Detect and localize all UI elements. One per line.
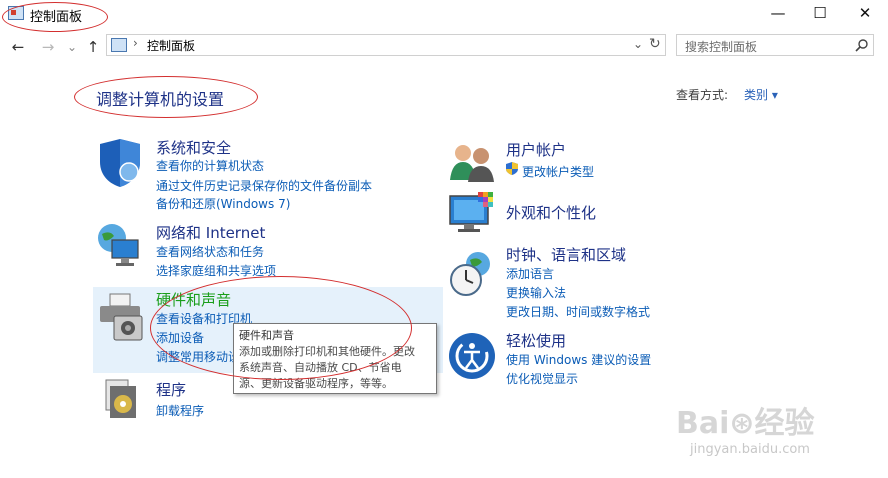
title-bar: 控制面板 — ☐ ✕ xyxy=(0,0,888,28)
breadcrumb-control-panel[interactable]: 控制面板 xyxy=(147,37,195,54)
annotation-ellipse xyxy=(2,2,108,32)
address-bar[interactable]: › 控制面板 ⌄ ↻ xyxy=(106,34,666,56)
watermark-url: jingyan.baidu.com xyxy=(690,442,810,457)
link-change-date-format[interactable]: 更改日期、时间或数字格式 xyxy=(506,303,650,320)
breadcrumb-separator: › xyxy=(133,36,138,50)
link-backup-restore[interactable]: 备份和还原(Windows 7) xyxy=(156,195,290,212)
appearance-icon[interactable] xyxy=(448,192,496,236)
search-input[interactable]: 搜索控制面板 xyxy=(685,38,757,55)
category-clock-language-region[interactable]: 时钟、语言和区域 xyxy=(506,244,626,265)
category-appearance[interactable]: 外观和个性化 xyxy=(506,202,596,223)
refresh-icon[interactable]: ↻ xyxy=(649,36,661,52)
category-user-accounts[interactable]: 用户帐户 xyxy=(506,139,566,160)
back-button[interactable]: ← xyxy=(8,38,28,56)
clock-globe-icon[interactable] xyxy=(448,250,496,298)
ease-of-access-icon[interactable] xyxy=(448,332,496,380)
minimize-button[interactable]: — xyxy=(758,0,798,28)
control-panel-icon xyxy=(111,38,127,52)
search-box[interactable]: 搜索控制面板 xyxy=(676,34,874,56)
link-file-history[interactable]: 通过文件历史记录保存你的文件备份副本 xyxy=(156,177,372,194)
close-button[interactable]: ✕ xyxy=(845,0,885,28)
link-change-input-method[interactable]: 更换输入法 xyxy=(506,284,566,301)
programs-icon[interactable] xyxy=(100,378,140,422)
category-network-internet[interactable]: 网络和 Internet xyxy=(156,222,265,243)
annotation-ellipse xyxy=(150,276,412,380)
recent-locations-button[interactable]: ⌄ xyxy=(62,38,82,56)
link-change-account-type[interactable]: 更改帐户类型 xyxy=(522,163,594,180)
view-by-dropdown[interactable]: 类别 ▾ xyxy=(744,86,778,103)
watermark-logo: Bai⊛经验 xyxy=(676,406,815,441)
annotation-ellipse xyxy=(74,76,258,118)
link-recommended-settings[interactable]: 使用 Windows 建议的设置 xyxy=(506,351,651,368)
link-optimize-visual-display[interactable]: 优化视觉显示 xyxy=(506,370,578,387)
category-programs[interactable]: 程序 xyxy=(156,379,186,400)
category-ease-of-access[interactable]: 轻松使用 xyxy=(506,330,566,351)
link-view-computer-status[interactable]: 查看你的计算机状态 xyxy=(156,157,264,174)
uac-shield-icon xyxy=(506,162,518,175)
user-accounts-icon[interactable] xyxy=(448,140,496,184)
link-uninstall-program[interactable]: 卸载程序 xyxy=(156,402,204,419)
shield-icon[interactable] xyxy=(96,138,144,188)
up-button[interactable]: ↑ xyxy=(83,38,103,56)
printer-speaker-icon[interactable] xyxy=(96,292,144,342)
maximize-button[interactable]: ☐ xyxy=(800,0,840,28)
address-dropdown-icon[interactable]: ⌄ xyxy=(633,37,643,51)
search-icon[interactable] xyxy=(855,39,868,52)
network-globe-icon[interactable] xyxy=(96,222,144,270)
view-by-label: 查看方式: xyxy=(676,88,729,102)
category-system-security[interactable]: 系统和安全 xyxy=(156,137,231,158)
link-add-language[interactable]: 添加语言 xyxy=(506,265,554,282)
link-network-status[interactable]: 查看网络状态和任务 xyxy=(156,243,264,260)
forward-button[interactable]: → xyxy=(38,38,58,56)
